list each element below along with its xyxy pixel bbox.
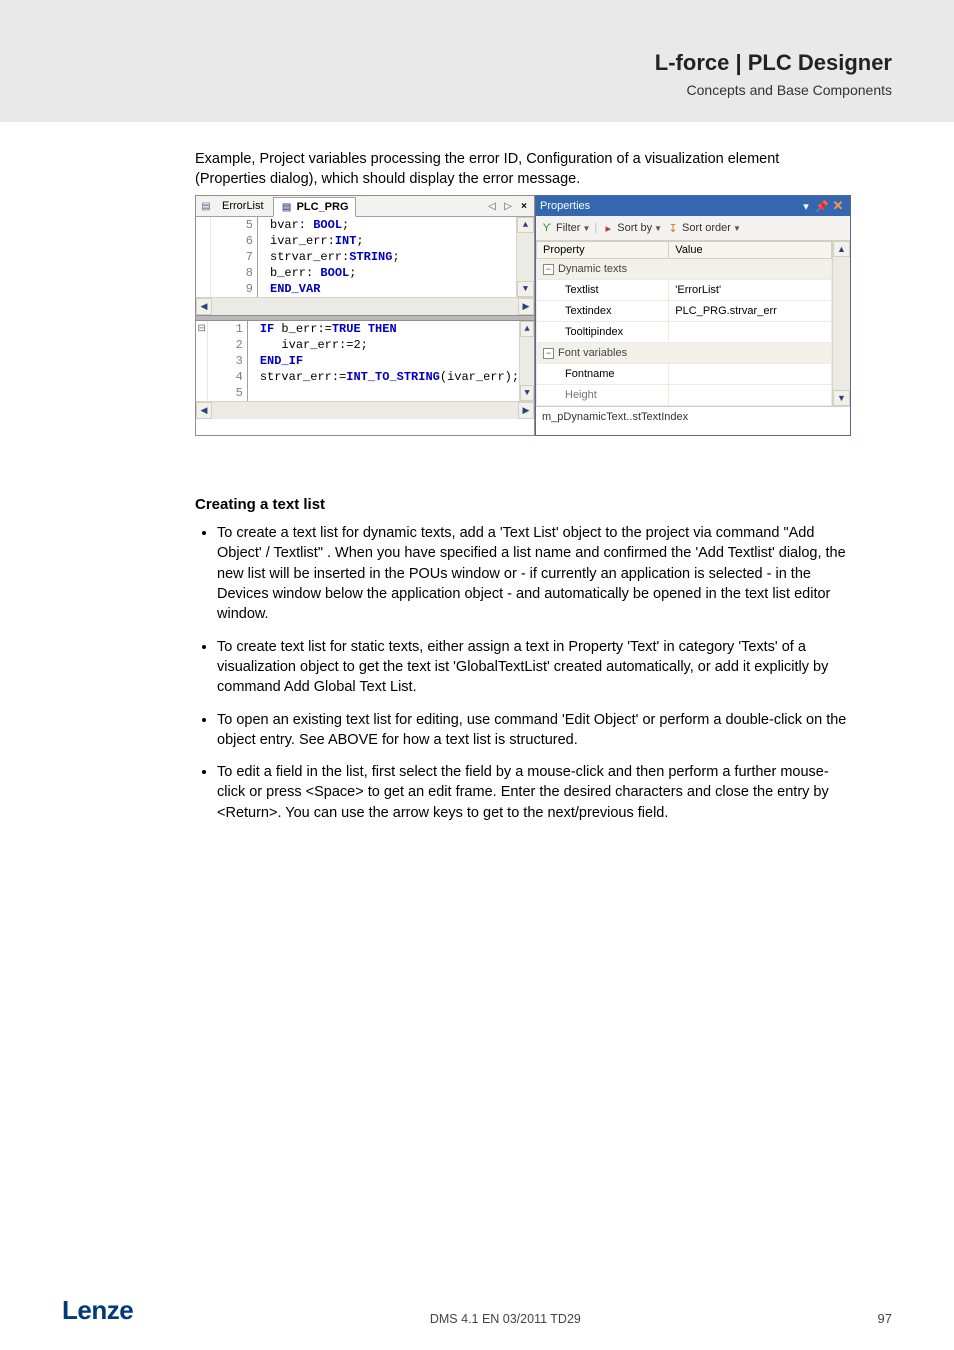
properties-title-text: Properties	[540, 200, 798, 212]
list-item: To edit a field in the list, first selec…	[217, 762, 849, 823]
cell-label: Tooltipindex	[537, 322, 669, 343]
chevron-down-icon: ▼	[582, 224, 590, 233]
scroll-down-icon[interactable]: ▼	[833, 390, 850, 406]
sortby-button[interactable]: ▸ Sort by ▼	[601, 222, 662, 235]
list-item: To create text list for static texts, ei…	[217, 637, 849, 698]
tab-plc-prg[interactable]: ▤ PLC_PRG	[273, 197, 356, 217]
scroll-down-icon[interactable]: ▼	[517, 281, 534, 297]
lenze-logo: Lenze	[62, 1295, 133, 1326]
page-number: 97	[878, 1311, 892, 1326]
implementation-pane: ⊟ 1 2 3 4 5 IF b_err:=TRUE THEN ivar_err…	[196, 321, 534, 419]
sortorder-button[interactable]: ↧ Sort order ▼	[666, 222, 741, 235]
cell-value[interactable]: PLC_PRG.strvar_err	[669, 301, 832, 322]
sortorder-icon: ↧	[666, 222, 680, 235]
impl-vscroll[interactable]: ▲ ▼	[519, 321, 534, 401]
collapse-icon[interactable]: −	[543, 264, 554, 275]
pin-icon[interactable]: 📌	[814, 200, 830, 213]
doc-list-icon: ▤	[199, 199, 213, 213]
doc-subtitle: Concepts and Base Components	[0, 82, 892, 98]
scroll-right-icon[interactable]: ▶	[518, 402, 534, 419]
scroll-up-icon[interactable]: ▲	[520, 321, 534, 337]
cell-value[interactable]	[669, 322, 832, 343]
properties-toolbar: Ƴ Filter ▼ | ▸ Sort by ▼ ↧ Sort order ▼	[536, 216, 850, 241]
col-value[interactable]: Value	[669, 242, 832, 259]
impl-hscroll[interactable]: ◀ ▶	[196, 401, 534, 419]
table-header: Property Value	[537, 242, 832, 259]
impl-code[interactable]: IF b_err:=TRUE THEN ivar_err:=2; END_IF …	[248, 321, 519, 401]
chevron-down-icon: ▼	[733, 224, 741, 233]
cell-label: Height	[537, 385, 669, 406]
line-gutter: 5 6 7 8 9	[211, 217, 258, 297]
cell-value[interactable]	[669, 385, 832, 406]
decl-hscroll[interactable]: ◀ ▶	[196, 297, 534, 315]
tab-close-icon[interactable]: ×	[517, 199, 531, 213]
scroll-up-icon[interactable]: ▲	[517, 217, 534, 233]
fold-column: ⊟	[196, 321, 208, 401]
list-item: To open an existing text list for editin…	[217, 710, 849, 751]
properties-path: m_pDynamicText..stTextIndex	[536, 406, 850, 435]
properties-table: Property Value −Dynamic texts Textlist '…	[536, 241, 832, 406]
tab-label: ErrorList	[222, 200, 264, 212]
code-editor: ▤ ErrorList ▤ PLC_PRG ◁ ▷ × 5	[195, 195, 535, 436]
ide-screenshot: ▤ ErrorList ▤ PLC_PRG ◁ ▷ × 5	[195, 195, 851, 436]
cell-value[interactable]	[669, 364, 832, 385]
sort-icon: ▸	[601, 222, 615, 235]
row-height: Height	[537, 385, 832, 406]
close-panel-icon[interactable]: ✕	[830, 198, 846, 214]
declaration-pane: 5 6 7 8 9 bvar: BOOL; ivar_err:INT; strv…	[196, 217, 534, 315]
line-gutter: 1 2 3 4 5	[208, 321, 247, 401]
footer-doc-id: DMS 4.1 EN 03/2011 TD29	[133, 1312, 877, 1326]
editor-tabbar: ▤ ErrorList ▤ PLC_PRG ◁ ▷ ×	[196, 196, 534, 217]
panel-menu-icon[interactable]: ▾	[798, 200, 814, 213]
props-vscroll[interactable]: ▲ ▼	[832, 241, 850, 406]
group-dynamic-texts[interactable]: −Dynamic texts	[537, 259, 832, 280]
cell-value[interactable]: 'ErrorList'	[669, 280, 832, 301]
cell-label: Textindex	[537, 301, 669, 322]
properties-panel: Properties ▾ 📌 ✕ Ƴ Filter ▼ | ▸ Sort by …	[535, 195, 851, 436]
tab-label: PLC_PRG	[297, 201, 349, 213]
section-title: Creating a text list	[195, 496, 849, 513]
st-file-icon: ▤	[280, 200, 294, 214]
row-fontname: Fontname	[537, 364, 832, 385]
properties-titlebar: Properties ▾ 📌 ✕	[536, 196, 850, 216]
scroll-up-icon[interactable]: ▲	[833, 241, 850, 257]
bullet-list: To create a text list for dynamic texts,…	[195, 523, 849, 823]
page-footer: Lenze DMS 4.1 EN 03/2011 TD29 97	[62, 1295, 892, 1326]
doc-title: L-force | PLC Designer	[0, 50, 892, 76]
row-tooltipindex: Tooltipindex	[537, 322, 832, 343]
decl-code[interactable]: bvar: BOOL; ivar_err:INT; strvar_err:STR…	[258, 217, 516, 297]
row-textindex: Textindex PLC_PRG.strvar_err	[537, 301, 832, 322]
chevron-down-icon: ▼	[654, 224, 662, 233]
col-property[interactable]: Property	[537, 242, 669, 259]
cell-label: Fontname	[537, 364, 669, 385]
decl-vscroll[interactable]: ▲ ▼	[516, 217, 534, 297]
tab-errorlist[interactable]: ErrorList	[215, 197, 271, 215]
page-header: L-force | PLC Designer Concepts and Base…	[0, 50, 892, 98]
filter-button[interactable]: Ƴ Filter ▼	[540, 222, 590, 234]
fold-column	[196, 217, 211, 297]
figure-caption: Example, Project variables processing th…	[195, 150, 849, 189]
tab-prev-icon[interactable]: ◁	[485, 199, 499, 213]
collapse-icon[interactable]: −	[543, 348, 554, 359]
tab-next-icon[interactable]: ▷	[501, 199, 515, 213]
scroll-down-icon[interactable]: ▼	[520, 385, 534, 401]
group-font-variables[interactable]: −Font variables	[537, 343, 832, 364]
row-textlist: Textlist 'ErrorList'	[537, 280, 832, 301]
cell-label: Textlist	[537, 280, 669, 301]
filter-icon: Ƴ	[540, 222, 554, 234]
scroll-right-icon[interactable]: ▶	[518, 298, 534, 315]
list-item: To create a text list for dynamic texts,…	[217, 523, 849, 624]
scroll-left-icon[interactable]: ◀	[196, 402, 212, 419]
scroll-left-icon[interactable]: ◀	[196, 298, 212, 315]
